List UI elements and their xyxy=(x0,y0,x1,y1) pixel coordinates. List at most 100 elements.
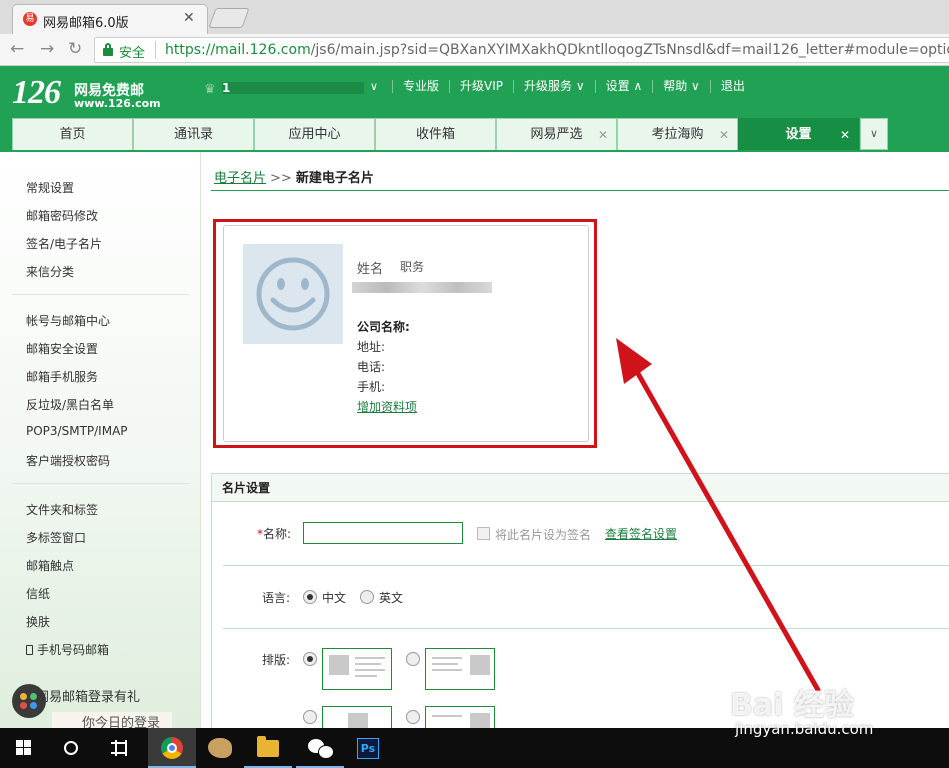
mail-tab-bar: 首页 通讯录 应用中心 收件箱 网易严选 ✕ 考拉海购 ✕ 设置 ✕ ∨ xyxy=(12,118,888,151)
url-field[interactable]: 安全 https://mail.126.com/js6/main.jsp?sid… xyxy=(94,37,949,63)
forward-arrow-icon[interactable]: → xyxy=(40,39,54,59)
close-icon[interactable]: ✕ xyxy=(840,119,850,151)
layout-radio-4[interactable] xyxy=(406,710,420,724)
sidebar-item-antispam[interactable]: 反垃圾/黑白名单 xyxy=(26,396,114,413)
chevron-down-icon[interactable]: ∨ xyxy=(370,80,378,93)
highlight-box: 姓名 职务 公司名称: 地址: 电话: 手机: 增加资料项 xyxy=(213,219,597,448)
sidebar-item-pop3[interactable]: POP3/SMTP/IMAP xyxy=(26,424,128,438)
nav-logout[interactable]: 退出 xyxy=(709,80,755,93)
sidebar-item-signature[interactable]: 签名/电子名片 xyxy=(26,235,102,252)
language-option-english: 英文 xyxy=(379,591,404,605)
wechat-icon xyxy=(308,739,334,759)
nav-pro[interactable]: 专业版 xyxy=(392,80,449,93)
sidebar-item-client-password[interactable]: 客户端授权密码 xyxy=(26,452,110,469)
back-arrow-icon[interactable]: ← xyxy=(10,39,24,59)
view-signature-link[interactable]: 查看签名设置 xyxy=(605,525,677,542)
sidebar-item-touchpoint[interactable]: 邮箱触点 xyxy=(26,557,74,574)
smiley-avatar-icon xyxy=(256,257,330,331)
set-signature-label: 将此名片设为签名 xyxy=(495,528,592,542)
card-name-input[interactable] xyxy=(303,522,463,544)
tab-home[interactable]: 首页 xyxy=(12,118,133,150)
task-view-button[interactable] xyxy=(96,728,144,768)
main-content: 电子名片 >> 新建电子名片 姓名 职务 公司名称: 地址: 电话: 手机: 增加资… xyxy=(201,152,949,748)
promo-title[interactable]: 网易邮箱登录有礼 xyxy=(36,686,140,705)
layout-radio-2[interactable] xyxy=(406,652,420,666)
sidebar-item-filters[interactable]: 来信分类 xyxy=(26,263,74,280)
sidebar-item-account-center[interactable]: 帐号与邮箱中心 xyxy=(26,312,110,329)
netease-favicon-icon: 易 xyxy=(23,12,37,26)
mail-header: 126 网易免费邮 www.126.com ♛ 1 ∨ 专业版 升级VIP 升级… xyxy=(0,66,949,152)
card-company-label: 公司名称: xyxy=(357,320,410,334)
logo-126[interactable]: 126 xyxy=(12,74,61,112)
sidebar-item-mobile-service[interactable]: 邮箱手机服务 xyxy=(26,368,98,385)
close-icon[interactable]: ✕ xyxy=(183,10,195,26)
folder-icon xyxy=(257,736,279,757)
secure-label: 安全 xyxy=(119,46,146,61)
layout-radio-1[interactable] xyxy=(303,652,317,666)
breadcrumb-separator: >> xyxy=(270,171,292,186)
search-button[interactable] xyxy=(48,728,96,768)
nav-help[interactable]: 帮助 ∨ xyxy=(652,80,710,93)
baidu-watermark: Bai 经验 xyxy=(730,688,854,723)
user-account-blurred[interactable] xyxy=(222,82,364,94)
new-tab-button[interactable] xyxy=(208,8,250,28)
layout-radio-3[interactable] xyxy=(303,710,317,724)
sidebar-item-multitab[interactable]: 多标签窗口 xyxy=(26,529,86,546)
language-radio-chinese[interactable] xyxy=(303,590,317,604)
layout-label: 排版: xyxy=(262,653,291,667)
browser-tab-title: 网易邮箱6.0版 xyxy=(43,16,129,31)
layout-thumb-right-image[interactable] xyxy=(425,648,495,690)
lock-icon xyxy=(103,43,113,56)
tab-more-button[interactable]: ∨ xyxy=(860,118,888,150)
card-name-label: 姓名 xyxy=(357,262,384,277)
sidebar-item-security[interactable]: 邮箱安全设置 xyxy=(26,340,98,357)
nav-settings[interactable]: 设置 ∧ xyxy=(594,80,653,93)
divider xyxy=(223,628,949,629)
tab-settings[interactable]: 设置 ✕ xyxy=(738,118,859,150)
taskbar-paint[interactable] xyxy=(196,728,244,768)
browser-tab[interactable]: 易 网易邮箱6.0版 ✕ xyxy=(12,4,208,34)
sidebar-item-skin[interactable]: 换肤 xyxy=(26,613,50,630)
tab-kaola[interactable]: 考拉海购 ✕ xyxy=(617,118,738,150)
sidebar-item-folders[interactable]: 文件夹和标签 xyxy=(26,501,98,518)
taskbar-explorer[interactable] xyxy=(244,728,292,768)
sidebar-item-stationery[interactable]: 信纸 xyxy=(26,585,50,602)
close-icon[interactable]: ✕ xyxy=(598,119,608,151)
chrome-icon xyxy=(161,737,183,759)
taskbar-wechat[interactable] xyxy=(296,728,344,768)
photoshop-icon: Ps xyxy=(357,738,379,759)
sidebar-item-general[interactable]: 常规设置 xyxy=(26,179,74,196)
tab-contacts[interactable]: 通讯录 xyxy=(133,118,254,150)
reload-icon[interactable]: ↻ xyxy=(68,39,82,59)
tab-app-center[interactable]: 应用中心 xyxy=(254,118,375,150)
tab-label: 首页 xyxy=(59,127,86,142)
tab-label: 应用中心 xyxy=(288,127,341,142)
language-radio-english[interactable] xyxy=(360,590,374,604)
sidebar-item-phone-mailbox[interactable]: 手机号码邮箱 xyxy=(26,641,109,658)
nav-upgrade-vip[interactable]: 升级VIP xyxy=(449,80,513,93)
user-initial: 1 xyxy=(222,81,231,95)
tab-inbox[interactable]: 收件箱 xyxy=(375,118,496,150)
breadcrumb: 电子名片 >> 新建电子名片 xyxy=(214,167,374,186)
windows-logo-icon xyxy=(16,740,32,756)
url-text: https://mail.126.com/js6/main.jsp?sid=QB… xyxy=(165,42,949,58)
card-mobile-label: 手机: xyxy=(357,380,386,394)
nav-upgrade-service[interactable]: 升级服务 ∨ xyxy=(513,80,595,93)
taskbar-chrome[interactable] xyxy=(148,728,196,768)
sidebar-item-password[interactable]: 邮箱密码修改 xyxy=(26,207,98,224)
avatar[interactable] xyxy=(243,244,343,344)
set-signature-checkbox[interactable] xyxy=(477,527,490,540)
url-domain: https://mail.126.com xyxy=(165,42,311,58)
close-icon[interactable]: ✕ xyxy=(719,119,729,151)
taskbar-photoshop[interactable]: Ps xyxy=(344,728,392,768)
layout-thumb-left-image[interactable] xyxy=(322,648,392,690)
breadcrumb-parent-link[interactable]: 电子名片 xyxy=(214,171,266,186)
sidebar-divider xyxy=(12,483,189,484)
start-button[interactable] xyxy=(0,728,48,768)
settings-sidebar: 常规设置 邮箱密码修改 签名/电子名片 来信分类 帐号与邮箱中心 邮箱安全设置 … xyxy=(0,152,201,731)
sidebar-divider xyxy=(12,294,189,295)
add-field-link[interactable]: 增加资料项 xyxy=(357,398,417,415)
browser-tab-strip: 易 网易邮箱6.0版 ✕ xyxy=(0,0,949,34)
url-divider xyxy=(155,41,156,59)
tab-yanxuan[interactable]: 网易严选 ✕ xyxy=(496,118,617,150)
